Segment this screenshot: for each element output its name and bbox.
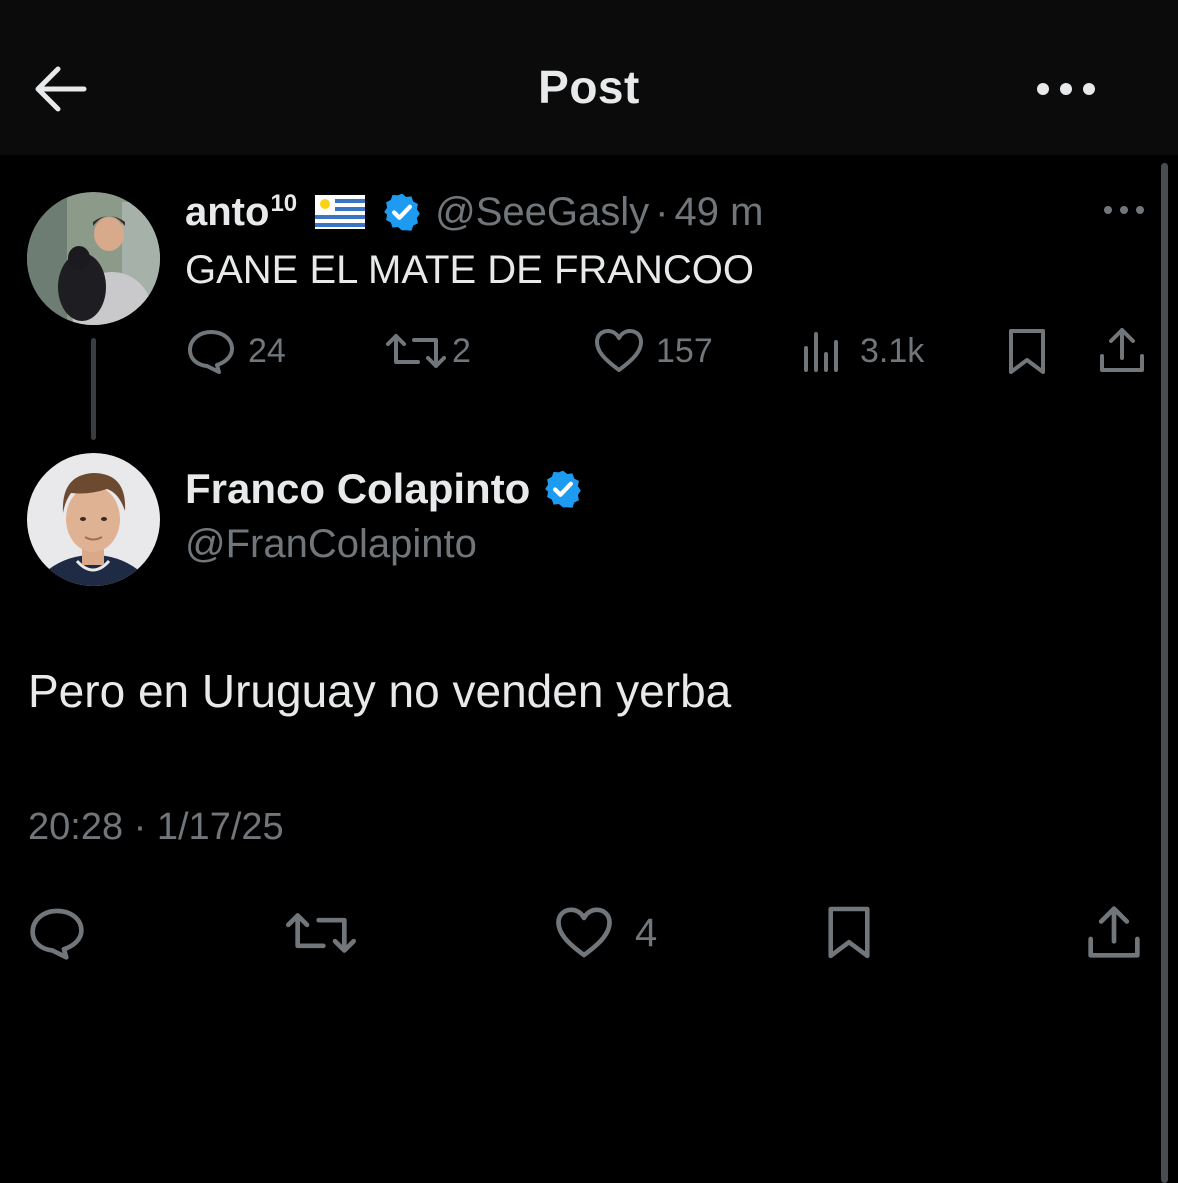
heart-icon [556,907,612,958]
views-chart-icon [804,332,838,372]
bookmark-icon [828,906,870,959]
heart-icon [595,329,643,372]
parent-post-header: anto10 @SeeGasly · 49 m [185,186,763,238]
reply-count: 24 [248,331,286,370]
bookmark-button[interactable] [825,904,873,962]
repost-icon [386,334,446,368]
reply-icon [30,908,84,960]
parent-handle[interactable]: @SeeGasly [435,190,649,235]
scrollbar[interactable] [1161,163,1168,1183]
main-author[interactable]: Franco Colapinto [185,465,584,513]
reply-button[interactable] [28,906,86,960]
main-post-text: Pero en Uruguay no venden yerba [28,665,732,717]
share-button[interactable] [1086,904,1142,960]
like-count: 157 [656,331,713,370]
uruguay-flag-icon [315,195,366,229]
parent-post-text: GANE EL MATE DE FRANCOO [185,248,754,292]
parent-reply-button[interactable]: 24 [186,328,286,374]
parent-more-button[interactable] [1102,200,1146,220]
top-bar: Post [0,0,1178,155]
parent-views-button[interactable]: 3.1k [800,328,924,374]
views-count: 3.1k [860,331,925,370]
bookmark-icon [1009,329,1045,374]
like-count: 4 [635,910,658,955]
parent-share-button[interactable] [1098,326,1146,374]
repost-button[interactable] [286,906,356,960]
avatar-parent[interactable] [27,192,160,325]
ellipsis-icon [1037,83,1095,95]
parent-repost-button[interactable]: 2 [386,328,471,374]
separator-dot: · [655,189,669,234]
repost-icon [286,913,356,953]
parent-like-button[interactable]: 157 [594,328,713,374]
main-display-name[interactable]: Franco Colapinto [185,465,530,513]
repost-count: 2 [452,331,471,370]
parent-time[interactable]: 49 m [675,190,764,235]
post-timestamp[interactable]: 20:28 · 1/17/25 [28,806,284,849]
verified-badge-icon [384,193,420,231]
more-options-button[interactable] [1034,74,1098,104]
thread-connector-line [91,338,96,440]
parent-bookmark-button[interactable] [1006,328,1048,376]
verified-badge-icon [545,470,582,508]
name-superscript: 10 [270,189,298,217]
avatar-main[interactable] [27,453,160,586]
share-icon [1088,906,1140,958]
page-title: Post [538,61,640,113]
like-button[interactable]: 4 [555,906,657,960]
reply-icon [188,330,234,374]
share-icon [1100,328,1144,372]
main-handle[interactable]: @FranColapinto [185,522,477,567]
ellipsis-icon [1104,206,1144,214]
parent-display-name[interactable]: anto10 [185,190,297,235]
